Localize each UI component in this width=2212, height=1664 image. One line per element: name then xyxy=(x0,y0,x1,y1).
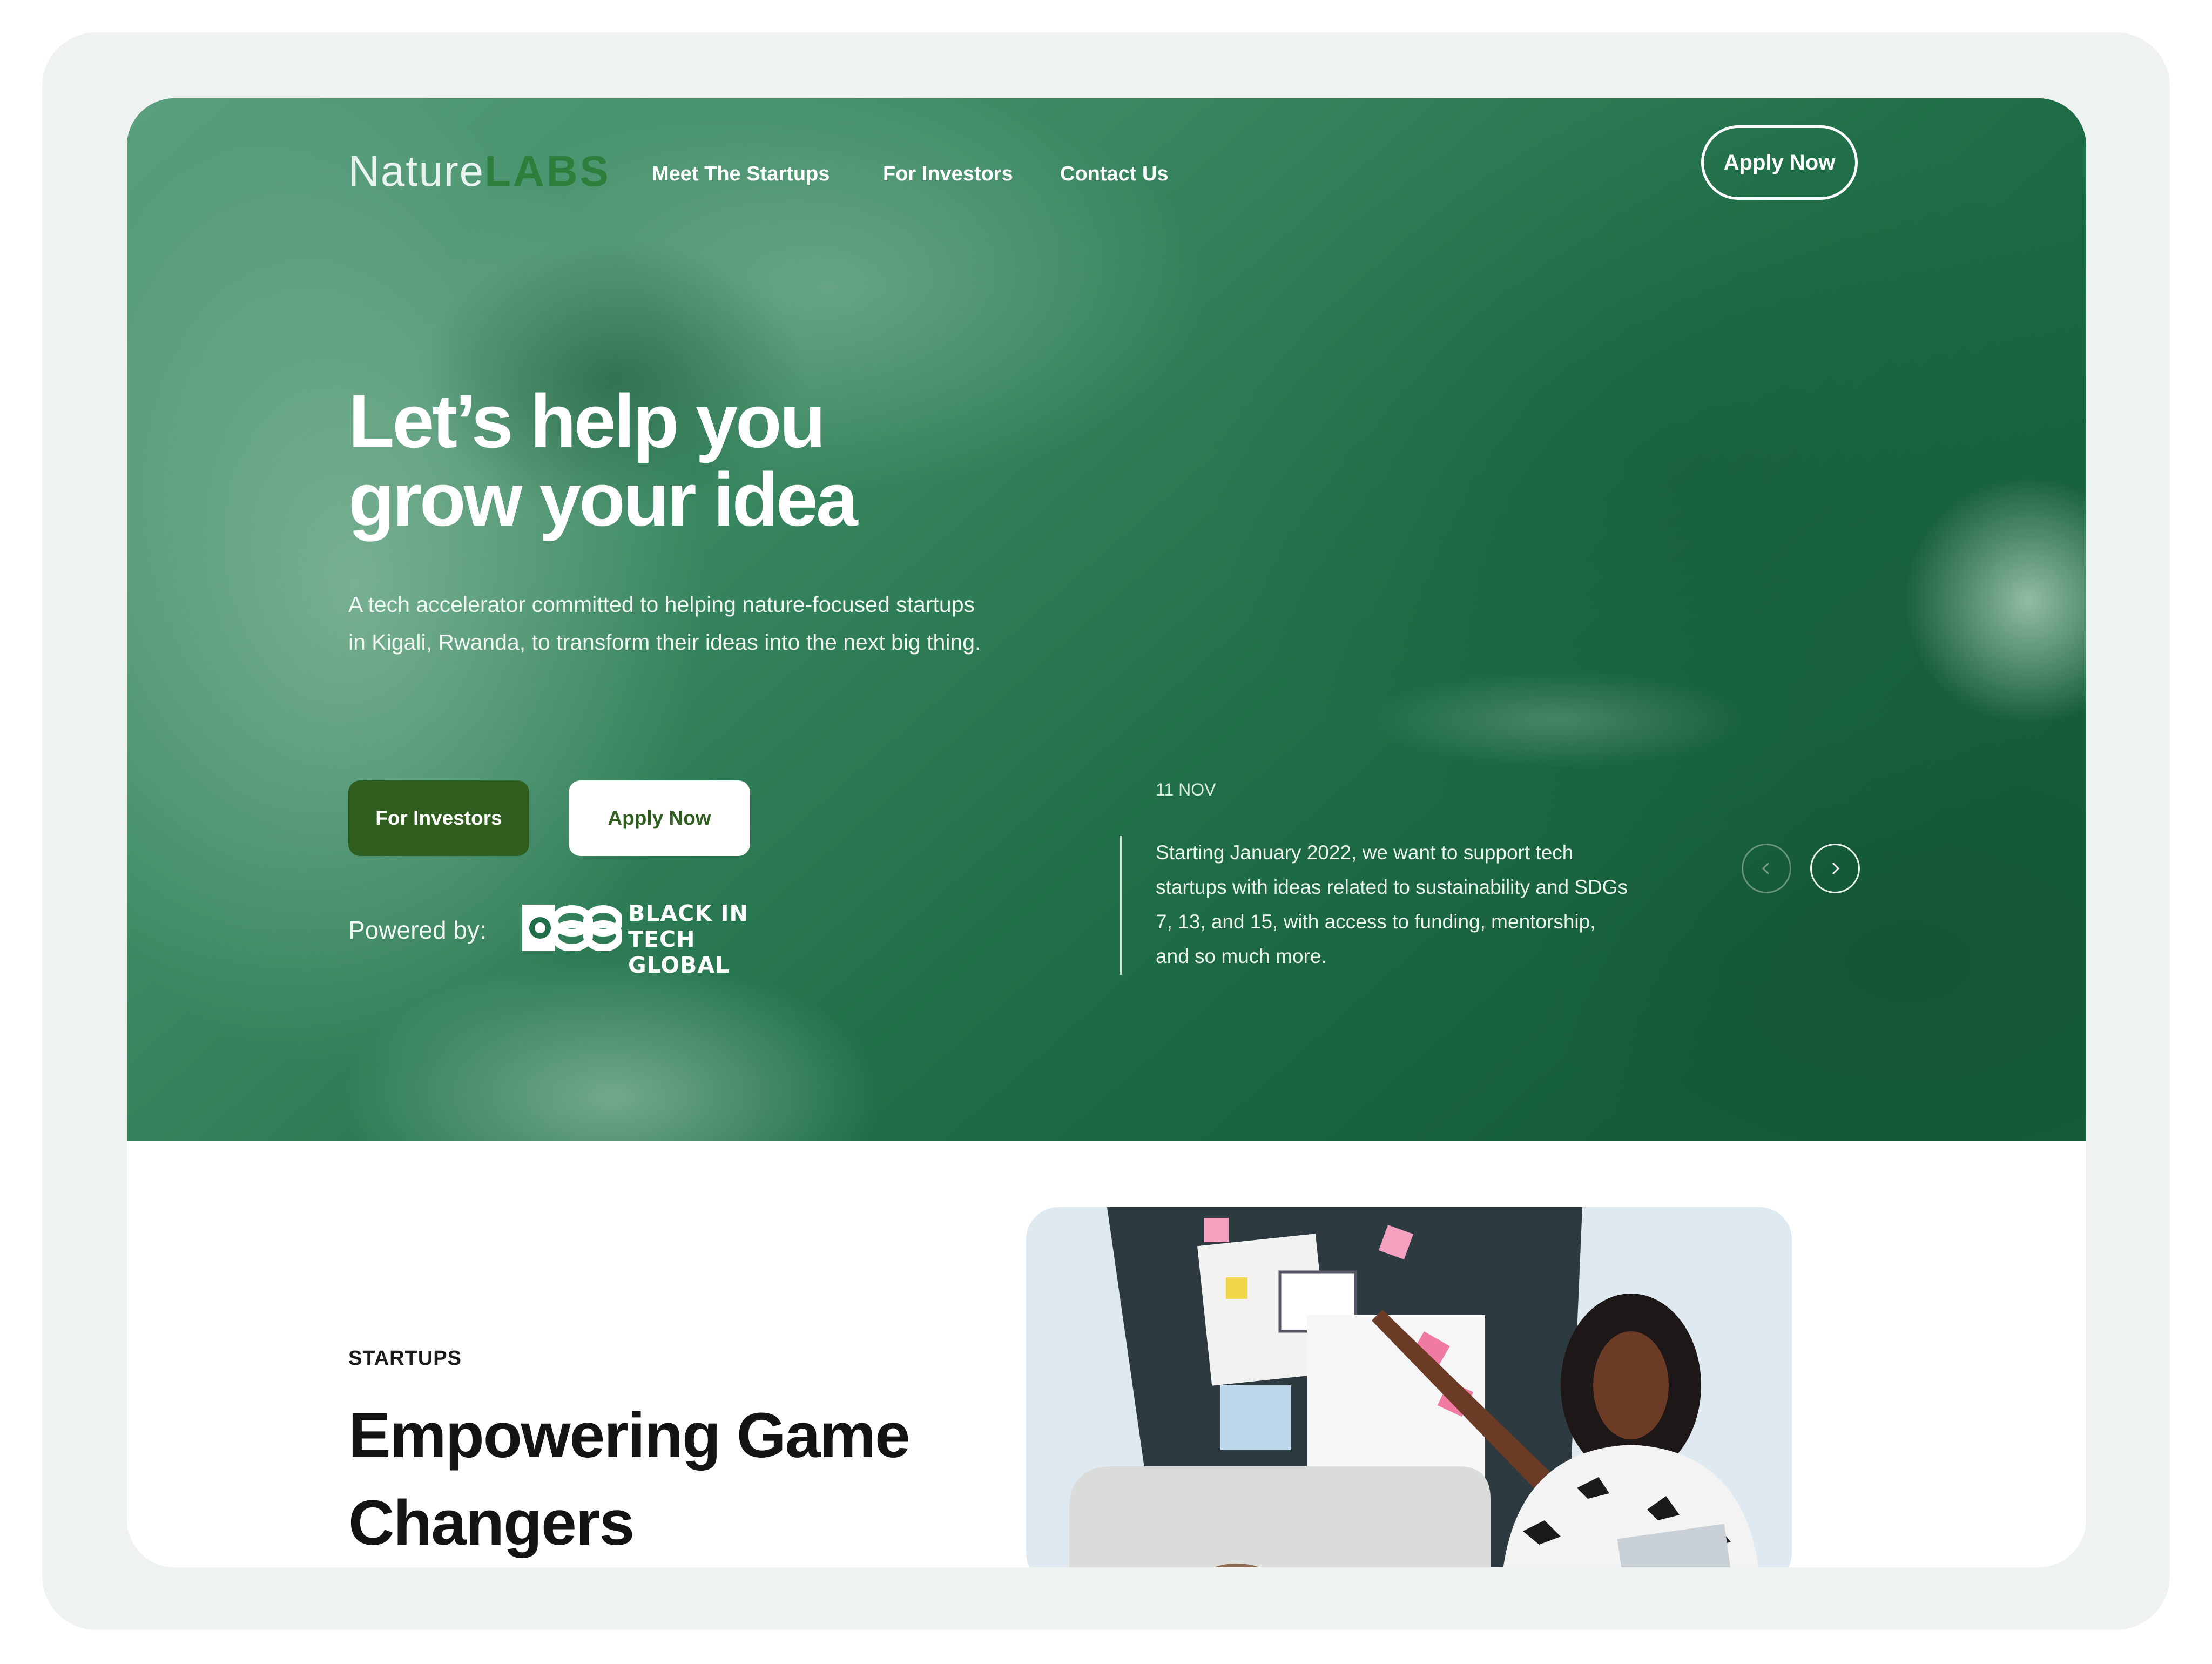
nav-apply-now-button[interactable]: Apply Now xyxy=(1701,125,1858,200)
chevron-left-icon xyxy=(1762,862,1770,875)
logo-labs-text: LABS xyxy=(484,147,611,195)
website-card: NatureLABS Meet The Startups For Investo… xyxy=(127,98,2086,1567)
hero-lead-text: A tech accelerator committed to helping … xyxy=(348,592,981,655)
hero-headline-line-1: Let’s help you xyxy=(348,379,826,463)
hero-headline: Let’s help you grow your idea xyxy=(348,382,1050,538)
nav-for-investors[interactable]: For Investors xyxy=(883,152,1013,196)
partner-name-line-2: TECH GLOBAL xyxy=(628,926,730,978)
news-divider xyxy=(1120,836,1122,975)
black-in-tech-global-mark-icon xyxy=(522,905,622,951)
startup-presentation-photo xyxy=(1026,1207,1792,1567)
news-text: Starting January 2022, we want to suppor… xyxy=(1156,841,1628,967)
partner-name: BLACK IN TECH GLOBAL xyxy=(628,900,758,978)
black-in-tech-global-logo[interactable]: BLACK IN TECH GLOBAL xyxy=(522,900,754,978)
startups-section-label: STARTUPS xyxy=(348,1347,462,1370)
nav-meet-the-startups[interactable]: Meet The Startups xyxy=(652,152,830,196)
hero-section: NatureLABS Meet The Startups For Investo… xyxy=(127,98,2086,1141)
woman-presenting-illustration xyxy=(1026,1207,1792,1567)
chevron-right-icon xyxy=(1832,862,1840,875)
naturelabs-logo[interactable]: NatureLABS xyxy=(348,142,611,201)
hero-headline-line-2: grow your idea xyxy=(348,457,858,542)
carousel-prev-button[interactable] xyxy=(1742,844,1791,893)
apply-now-button[interactable]: Apply Now xyxy=(569,780,750,856)
logo-nature-text: Nature xyxy=(348,147,485,195)
for-investors-button[interactable]: For Investors xyxy=(348,780,529,856)
carousel-next-button[interactable] xyxy=(1810,844,1860,893)
powered-by-label: Powered by: xyxy=(348,916,487,944)
partner-name-line-1: BLACK IN xyxy=(628,900,748,926)
news-date: 11 NOV xyxy=(1156,780,1216,799)
startups-section-title: Empowering Game Changers xyxy=(348,1400,911,1559)
nav-contact-us[interactable]: Contact Us xyxy=(1060,152,1169,196)
